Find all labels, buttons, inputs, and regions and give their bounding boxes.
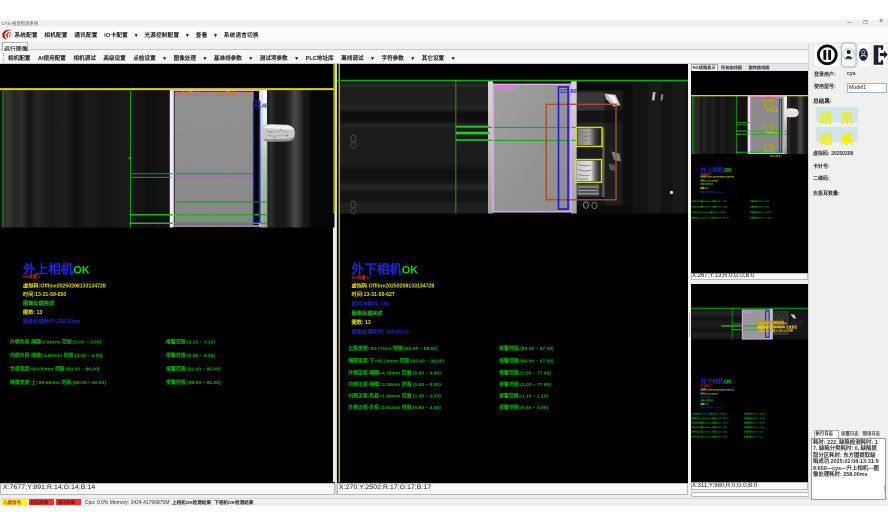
svg-text:时间:13-31-59-627: 时间:13-31-59-627 — [700, 391, 718, 395]
svg-text:隔膜宽度-上=90.56mm 范围:(88.00 ~ 92.: 隔膜宽度-上=90.56mm 范围:(88.00 ~ 92.00) — [691, 216, 728, 220]
svg-text:内侧正极-负极=1.90mm 范围:(1.00 ~ 2.20: 内侧正极-负极=1.90mm 范围:(1.00 ~ 2.20) — [691, 429, 727, 433]
svg-text:报警范围:(2.00 ~ 77.00): 报警范围:(2.00 ~ 77.00) — [743, 420, 764, 424]
svg-text:NG处置:D: NG处置:D — [351, 274, 369, 280]
svg-text:正极宽度=83.77mm 范围:(82.00 ~ 88.00: 正极宽度=83.77mm 范围:(82.00 ~ 88.00) — [691, 411, 726, 415]
svg-text:隔膜宽度-下=95.24mm 范围:(93.00 ~ 98.: 隔膜宽度-下=95.24mm 范围:(93.00 ~ 98.00) — [691, 416, 728, 420]
svg-text:12.3,45.6: 12.3,45.6 — [766, 108, 777, 112]
svg-text:图像处理耗时: 180.00ms: 图像处理耗时: 180.00ms — [700, 405, 724, 409]
svg-text:123.80: 123.80 — [560, 89, 577, 95]
svg-text:耗时AI耗时: 156: 耗时AI耗时: 156 — [351, 299, 389, 307]
svg-text:时间:13-31-59-650: 时间:13-31-59-650 — [700, 178, 718, 182]
svg-text:报警范围:(2.20 ~ 3.20): 报警范围:(2.20 ~ 3.20) — [166, 338, 215, 345]
svg-text:负极宽度=83.05mm 范围:(80.00 ~ 86.00: 负极宽度=83.05mm 范围:(80.00 ~ 86.00) — [691, 210, 726, 214]
svg-text:报警范围:(83.00 ~ 87.00): 报警范围:(83.00 ~ 87.00) — [743, 411, 765, 415]
svg-text:圈数: 13: 圈数: 13 — [700, 186, 709, 190]
svg-text:报警范围:(0.60 ~ 4.00): 报警范围:(0.60 ~ 4.00) — [743, 434, 763, 438]
svg-text:图像处理耗时: 258.00ms: 图像处理耗时: 258.00ms — [23, 317, 81, 325]
svg-text:图像处理完成: 图像处理完成 — [700, 398, 713, 402]
svg-text:NG处置:D: NG处置:D — [700, 383, 711, 387]
svg-text:外侧负极-隔膜/2.91mm 范围:(2.00 ~ 3.50: 外侧负极-隔膜/2.91mm 范围:(2.00 ~ 3.50) — [9, 338, 102, 345]
svg-text:内侧负极-隔膜=4.60mm 范围:(3.00 ~ 6.00: 内侧负极-隔膜=4.60mm 范围:(3.00 ~ 6.00) — [10, 351, 103, 358]
svg-text:负极宽度=83.05mm 范围:(80.00 ~ 86.00: 负极宽度=83.05mm 范围:(80.00 ~ 86.00) — [10, 365, 100, 372]
svg-text:图像处理完成: 图像处理完成 — [23, 299, 55, 307]
svg-text:报警范围:(1.10 ~ 2.10): 报警范围:(1.10 ~ 2.10) — [499, 392, 548, 399]
svg-text:12.3,45.6: 12.3,45.6 — [769, 154, 780, 158]
svg-text:隔膜宽度-上=90.56mm 范围:(88.00 ~ 92.: 隔膜宽度-上=90.56mm 范围:(88.00 ~ 92.00) — [10, 378, 106, 385]
svg-text:虚拟码:Offline20250208133134728: 虚拟码:Offline20250208133134728 — [23, 281, 106, 289]
svg-text:圈数: 13: 圈数: 13 — [351, 318, 370, 326]
svg-text:内侧正极-负极=1.90mm 范围:(1.00 ~ 2.20: 内侧正极-负极=1.90mm 范围:(1.00 ~ 2.20) — [348, 392, 441, 399]
svg-text:圈数: 13: 圈数: 13 — [23, 307, 42, 315]
svg-text:图像处理完成: 图像处理完成 — [700, 182, 713, 186]
svg-text:报警范围:(89.00 ~ 91.00): 报警范围:(89.00 ~ 91.00) — [166, 378, 221, 385]
svg-text:93.48: 93.48 — [255, 103, 269, 109]
svg-text:报警范围:(2.00 ~ 77.00): 报警范围:(2.00 ~ 77.00) — [499, 380, 551, 387]
svg-text:AI检测框: AI检测框 — [495, 84, 515, 91]
svg-text:报警范围:(89.00 ~ 91.00): 报警范围:(89.00 ~ 91.00) — [749, 216, 771, 220]
svg-text:报警范围:(2.00 ~ 77.00): 报警范围:(2.00 ~ 77.00) — [743, 424, 764, 428]
svg-text:图像处理完成: 图像处理完成 — [351, 308, 383, 316]
svg-text:报警范围:(2.20 ~ 3.20): 报警范围:(2.20 ~ 3.20) — [749, 199, 769, 203]
svg-text:外侧正极-隔膜=4.38mm 范围:(0.00 ~ 9.00: 外侧正极-隔膜=4.38mm 范围:(0.00 ~ 9.00) — [347, 369, 441, 376]
svg-text:虚拟码:Offline20250208133134728: 虚拟码:Offline20250208133134728 — [351, 281, 434, 289]
svg-text:12.3,45.6: 12.3,45.6 — [766, 131, 777, 135]
svg-text:外侧负极-隔膜/2.91mm 范围:(2.00 ~ 3.50: 外侧负极-隔膜/2.91mm 范围:(2.00 ~ 3.50) — [691, 199, 727, 203]
svg-text:时间:13-31-59-627: 时间:13-31-59-627 — [351, 290, 394, 298]
svg-text:灰阶阈值:93, 动态阈值:100: 灰阶阈值:93, 动态阈值:100 — [176, 90, 251, 97]
svg-text:报警范围:(94.00 ~ 97.00): 报警范围:(94.00 ~ 97.00) — [743, 416, 765, 420]
svg-text:报警范围:(83.00 ~ 87.00): 报警范围:(83.00 ~ 87.00) — [499, 344, 554, 351]
svg-text:外侧正极-隔膜 4.38mm 内侧: 外侧正极-隔膜 4.38mm 内侧 — [756, 328, 792, 332]
svg-text:外侧正极-负极=2.61mm 范围:(0.60 ~ 4.00: 外侧正极-负极=2.61mm 范围:(0.60 ~ 4.00) — [691, 434, 727, 438]
svg-text:隔膜宽度-下=95.24mm 范围:(93.00 ~ 98.: 隔膜宽度-下=95.24mm 范围:(93.00 ~ 98.00) — [348, 357, 444, 364]
svg-text:内侧正极-隔膜=4.38mm 范围:(0.00 ~ 9.00: 内侧正极-隔膜=4.38mm 范围:(0.00 ~ 9.00) — [691, 424, 727, 428]
svg-text:93.48: 93.48 — [547, 196, 556, 200]
svg-text:内侧负极-隔膜=4.60mm 范围:(3.00 ~ 6.00: 内侧负极-隔膜=4.60mm 范围:(3.00 ~ 6.00) — [691, 205, 727, 209]
svg-text:正极宽度=83.77mm 范围:(82.00 ~ 88.00: 正极宽度=83.77mm 范围:(82.00 ~ 88.00) — [348, 344, 438, 351]
svg-text:报警范围:(0.00 ~ 8.00): 报警范围:(0.00 ~ 8.00) — [166, 351, 215, 358]
svg-text:报警范围:(81.00 ~ 85.00): 报警范围:(81.00 ~ 85.00) — [749, 210, 771, 214]
svg-text:报警范围:(0.00 ~ 8.00): 报警范围:(0.00 ~ 8.00) — [749, 205, 769, 209]
svg-text:内侧正极-隔膜=4.38mm 范围:(0.00 ~ 9.00: 内侧正极-隔膜=4.38mm 范围:(0.00 ~ 9.00) — [348, 380, 441, 387]
svg-text:时间:13-31-59-650: 时间:13-31-59-650 — [23, 290, 66, 298]
svg-text:圈数: 13: 圈数: 13 — [700, 402, 709, 406]
svg-text:虚拟码:Offline20250208133134728: 虚拟码:Offline20250208133134728 — [700, 387, 734, 391]
svg-text:报警范围:(0.60 ~ 4.00): 报警范围:(0.60 ~ 4.00) — [499, 403, 548, 410]
svg-text:外侧正极-隔膜=4.38mm 范围:(0.00 ~ 9.00: 外侧正极-隔膜=4.38mm 范围:(0.00 ~ 9.00) — [691, 420, 727, 424]
svg-text:报警范围:(81.00 ~ 85.00): 报警范围:(81.00 ~ 85.00) — [166, 365, 221, 372]
svg-text:耗时AI耗时: 156: 耗时AI耗时: 156 — [700, 394, 716, 398]
svg-text:外侧正极-负极=2.61mm 范围:(0.60 ~ 4.00: 外侧正极-负极=2.61mm 范围:(0.60 ~ 4.00) — [347, 403, 441, 410]
svg-text:报警范围:(1.10 ~ 2.10): 报警范围:(1.10 ~ 2.10) — [743, 429, 763, 433]
svg-text:报警范围:(94.00 ~ 97.00): 报警范围:(94.00 ~ 97.00) — [499, 357, 554, 364]
svg-text:图像处理耗时: 180.00ms: 图像处理耗时: 180.00ms — [351, 327, 409, 335]
svg-text:图像处理耗时: 258.00ms: 图像处理耗时: 258.00ms — [700, 190, 724, 194]
svg-text:NG处置:T: NG处置:T — [23, 273, 41, 279]
svg-text:报警范围:(2.00 ~ 77.00): 报警范围:(2.00 ~ 77.00) — [499, 369, 551, 376]
